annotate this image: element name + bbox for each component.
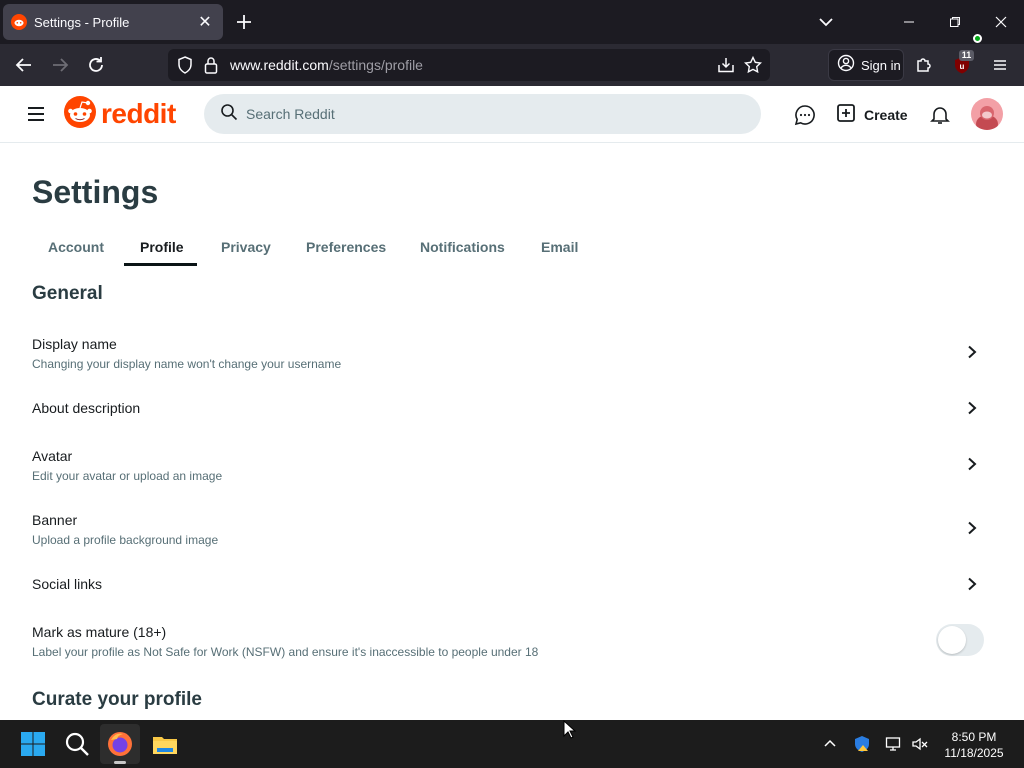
system-clock[interactable]: 8:50 PM 11/18/2025 xyxy=(936,729,1012,761)
account-icon xyxy=(837,54,855,77)
online-status-dot xyxy=(973,34,982,43)
browser-tab-strip: Settings - Profile ✕ xyxy=(0,0,1024,44)
create-post-button[interactable]: Create xyxy=(836,103,908,127)
tab-account[interactable]: Account xyxy=(48,239,104,255)
reddit-header: reddit Search Reddit Create xyxy=(0,86,1024,143)
tab-profile[interactable]: Profile xyxy=(140,239,184,255)
general-section-title: General xyxy=(32,283,103,304)
chevron-right-icon xyxy=(968,345,977,359)
firefox-icon[interactable] xyxy=(106,730,134,758)
about-description-label: About description xyxy=(32,400,141,416)
user-avatar[interactable] xyxy=(971,98,1003,130)
chevron-right-icon xyxy=(968,457,977,471)
banner-row[interactable]: Banner Upload a profile background image xyxy=(32,512,992,552)
windows-taskbar: 8:50 PM 11/18/2025 xyxy=(0,720,1024,768)
url-domain: www.reddit.com xyxy=(230,57,329,73)
list-all-tabs-icon[interactable] xyxy=(816,12,836,32)
toggle-knob xyxy=(938,626,966,654)
mature-toggle[interactable] xyxy=(936,624,984,656)
active-app-indicator xyxy=(114,761,126,764)
minimize-icon[interactable] xyxy=(886,0,932,44)
lock-icon[interactable] xyxy=(204,56,218,79)
reddit-logo[interactable]: reddit xyxy=(63,95,176,134)
banner-desc: Upload a profile background image xyxy=(32,533,219,547)
taskbar-search-icon[interactable] xyxy=(63,730,91,758)
search-placeholder: Search Reddit xyxy=(246,106,335,122)
display-name-row[interactable]: Display name Changing your display name … xyxy=(32,336,992,376)
reddit-favicon-icon xyxy=(11,14,27,30)
show-hidden-icons-chevron-up-icon[interactable] xyxy=(821,735,839,753)
browser-tab[interactable]: Settings - Profile ✕ xyxy=(3,4,223,40)
mark-as-mature-desc: Label your profile as Not Safe for Work … xyxy=(32,645,539,659)
restore-icon[interactable] xyxy=(932,0,978,44)
display-name-label: Display name xyxy=(32,336,117,352)
avatar-label: Avatar xyxy=(32,448,73,464)
snoo-icon xyxy=(63,95,97,134)
social-links-label: Social links xyxy=(32,576,103,592)
create-label: Create xyxy=(864,107,908,123)
search-input[interactable]: Search Reddit xyxy=(204,94,761,134)
extension-count-badge: 11 xyxy=(959,50,974,61)
browser-toolbar: www.reddit.com/settings/profile Sign in … xyxy=(0,44,1024,86)
chevron-right-icon xyxy=(968,521,977,535)
security-shield-icon[interactable] xyxy=(853,735,871,753)
plus-square-icon xyxy=(836,103,856,128)
shield-icon[interactable] xyxy=(177,56,193,79)
reddit-wordmark: reddit xyxy=(101,98,176,129)
avatar-row[interactable]: Avatar Edit your avatar or upload an ima… xyxy=(32,448,992,488)
clock-date: 11/18/2025 xyxy=(944,746,1004,760)
volume-muted-icon[interactable] xyxy=(911,735,929,753)
banner-label: Banner xyxy=(32,512,78,528)
svg-text:u: u xyxy=(960,62,965,71)
forward-arrow-icon[interactable] xyxy=(50,55,70,75)
url-text[interactable]: www.reddit.com/settings/profile xyxy=(230,57,423,73)
mouse-cursor-icon xyxy=(563,720,577,739)
close-tab-icon[interactable]: ✕ xyxy=(195,12,215,32)
bookmark-star-icon[interactable] xyxy=(743,55,763,79)
page-title: Settings xyxy=(32,174,159,210)
tab-email[interactable]: Email xyxy=(541,239,578,255)
network-icon[interactable] xyxy=(885,735,903,753)
search-icon xyxy=(220,103,238,126)
notifications-bell-icon[interactable] xyxy=(929,104,951,126)
sign-in-button[interactable]: Sign in xyxy=(828,49,904,81)
tab-privacy[interactable]: Privacy xyxy=(221,239,271,255)
file-explorer-icon[interactable] xyxy=(151,730,179,758)
social-links-row[interactable]: Social links xyxy=(32,576,992,596)
new-tab-icon[interactable] xyxy=(234,12,254,32)
avatar-desc: Edit your avatar or upload an image xyxy=(32,469,223,483)
chevron-right-icon xyxy=(968,577,977,591)
active-tab-indicator xyxy=(124,263,197,266)
menu-icon[interactable] xyxy=(990,55,1010,75)
url-path: /settings/profile xyxy=(328,57,423,73)
back-arrow-icon[interactable] xyxy=(14,55,34,75)
reload-icon[interactable] xyxy=(86,55,106,75)
sign-in-label: Sign in xyxy=(861,57,901,73)
curate-section-title: Curate your profile xyxy=(32,689,202,710)
mark-as-mature-row: Mark as mature (18+) Label your profile … xyxy=(32,624,912,664)
tab-notifications[interactable]: Notifications xyxy=(420,239,505,255)
hamburger-menu-icon[interactable] xyxy=(26,104,46,124)
display-name-desc: Changing your display name won't change … xyxy=(32,357,342,371)
close-window-icon[interactable] xyxy=(978,0,1024,44)
save-to-pocket-icon[interactable] xyxy=(717,56,735,79)
address-bar[interactable]: www.reddit.com/settings/profile xyxy=(168,49,770,81)
clock-time: 8:50 PM xyxy=(951,730,997,744)
tab-preferences[interactable]: Preferences xyxy=(306,239,386,255)
tab-title: Settings - Profile xyxy=(34,14,130,30)
about-description-row[interactable]: About description xyxy=(32,400,992,420)
chat-icon[interactable] xyxy=(794,104,816,126)
extensions-puzzle-icon[interactable] xyxy=(914,55,934,75)
windows-start-icon[interactable] xyxy=(19,730,47,758)
chevron-right-icon xyxy=(968,401,977,415)
mark-as-mature-label: Mark as mature (18+) xyxy=(32,624,167,640)
